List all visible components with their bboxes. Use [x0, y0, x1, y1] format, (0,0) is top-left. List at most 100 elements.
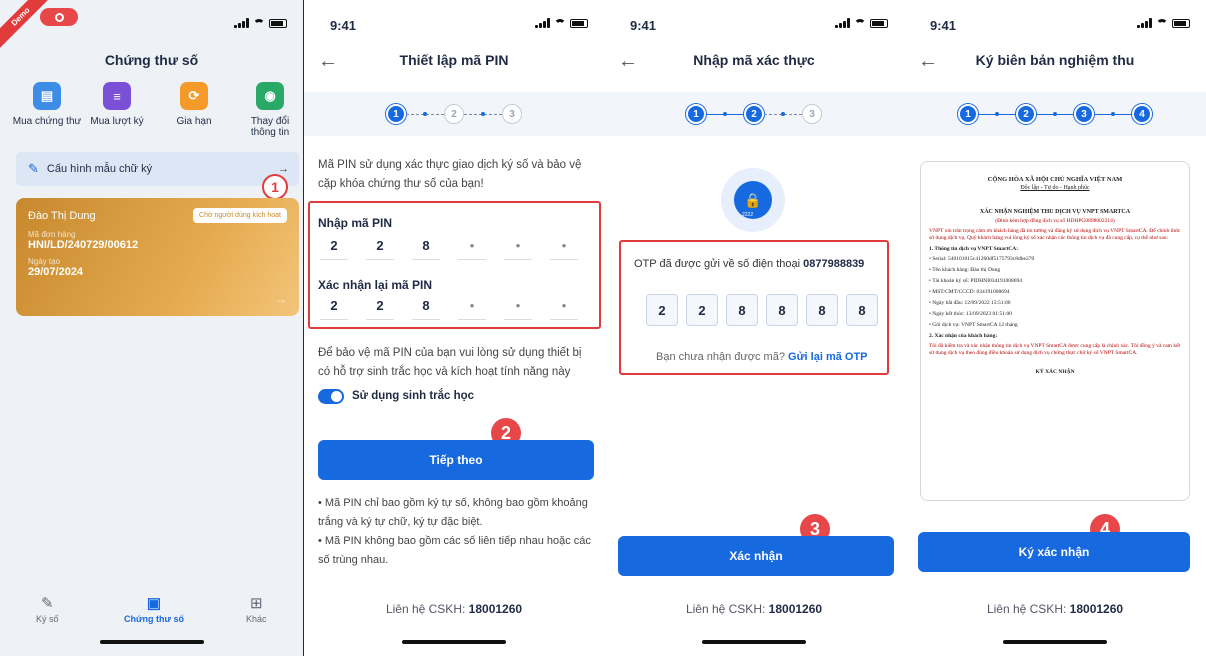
pen-icon: ✎	[40, 595, 54, 612]
biometric-toggle-label: Sử dụng sinh trắc học	[352, 390, 475, 402]
step-connector	[464, 111, 502, 116]
phone-number: 0877988839	[803, 258, 865, 270]
stepper: 1 2 3 4	[904, 92, 1206, 136]
doc-heading: XÁC NHẬN NGHIỆM THU DỊCH VỤ VNPT SMARTCA	[979, 209, 1131, 215]
signature-config-label: Cấu hình mẫu chữ ký	[46, 163, 153, 175]
step-2: 2	[1016, 104, 1036, 124]
nav-item-certificates[interactable]: ▣ Chứng thư số	[124, 594, 184, 624]
otp-digit: 8	[846, 294, 878, 326]
arrow-right-icon: →	[278, 163, 289, 175]
bottom-nav: ✎ Ký số ▣ Chứng thư số ⊞ Khác	[0, 594, 303, 630]
step-4: 4	[1132, 104, 1152, 124]
pin-digit: 2	[366, 298, 394, 320]
lock-illustration: 🔒	[721, 168, 785, 232]
step-1: 1	[386, 104, 406, 124]
resend-otp-link[interactable]: Gửi lại mã OTP	[788, 351, 868, 363]
wifi-icon	[854, 18, 866, 28]
back-arrow-icon[interactable]: ←	[918, 50, 938, 73]
quick-action-buy-signatures[interactable]: ≡ Mua lượt ký	[82, 82, 152, 127]
page-title: Chứng thư số	[104, 52, 199, 68]
signal-icon	[535, 18, 550, 28]
signature-config-button[interactable]: ✎ Cấu hình mẫu chữ ký →	[16, 152, 299, 186]
nav-item-other[interactable]: ⊞ Khác	[246, 594, 267, 624]
confirm-pin-label: Xác nhận lại mã PIN	[318, 278, 433, 292]
date-value: 29/07/2024	[28, 266, 84, 278]
back-arrow-icon[interactable]: ←	[618, 50, 638, 73]
status-bar	[0, 14, 303, 34]
step-connector	[978, 111, 1016, 116]
home-indicator	[1003, 640, 1107, 644]
page-title: Nhập mã xác thực	[693, 52, 815, 68]
home-indicator	[402, 640, 506, 644]
battery-icon	[1172, 18, 1190, 28]
step-3: 3	[1074, 104, 1094, 124]
next-button[interactable]: Tiếp theo	[318, 440, 594, 480]
otp-digit: 2	[646, 294, 678, 326]
step-2: 2	[444, 104, 464, 124]
wifi-icon	[1156, 18, 1168, 28]
acceptance-document[interactable]: CỘNG HÒA XÃ HỘI CHỦ NGHĨA VIỆT NAM Độc l…	[920, 161, 1190, 501]
step-connector	[764, 111, 802, 116]
battery-icon	[870, 18, 888, 28]
doc-intro: VNPT xin trân trọng cảm ơn khách hàng đã…	[929, 228, 1181, 241]
doc-item: • Serial: 540101015c41260df5175793c8dbe2…	[929, 256, 1035, 262]
status-bar: 9:41	[904, 14, 1206, 34]
sign-button[interactable]: Ký xác nhận	[918, 532, 1190, 572]
quick-action-buy-certificate[interactable]: ▤ Mua chứng thư	[12, 82, 82, 127]
confirm-button[interactable]: Xác nhận	[618, 536, 894, 576]
status-time: 9:41	[630, 18, 657, 33]
support-contact[interactable]: Liên hệ CSKH: 18001260	[904, 602, 1206, 616]
doc-item: • Tên khách hàng: Đào thị Dung	[929, 267, 1001, 273]
page-header: ← Thiết lập mã PIN	[304, 50, 604, 73]
otp-digit: 8	[726, 294, 758, 326]
pen-icon: ✎	[28, 161, 39, 176]
biometric-text: Để bảo vệ mã PIN của bạn vui lòng sử dụn…	[318, 347, 582, 378]
step-badge-1: 1	[262, 174, 288, 200]
stepper: 1 2 3	[604, 92, 904, 136]
order-value: HNI/LD/240729/00612	[28, 239, 139, 251]
renew-icon: ⟳	[180, 82, 208, 110]
otp-input[interactable]: 2 2 8 8 8 8	[646, 294, 878, 326]
certificate-card[interactable]: Đào Thị Dung Chờ người dùng kích hoạt Mã…	[16, 198, 299, 316]
otp-digit: 8	[806, 294, 838, 326]
doc-sign-label: KÝ XÁC NHẬN	[1035, 369, 1075, 375]
quick-action-renew[interactable]: ⟳ Gia hạn	[159, 82, 229, 127]
order-label: Mã đơn hàng	[28, 230, 76, 239]
page-title: Ký biên bản nghiệm thu	[975, 52, 1135, 68]
pin-digit: 8	[412, 238, 440, 260]
stepper: 1 2 3	[304, 92, 604, 136]
step-connector	[1094, 111, 1132, 116]
doc-item: • Gói dịch vụ: VNPT SmartCA 12 tháng	[929, 322, 1018, 328]
doc-subheading: (Đính kèm hợp đồng dịch vụ số HDHPG08980…	[995, 218, 1115, 224]
quick-action-label: Thay đổi thông tin	[250, 116, 290, 138]
pin-input[interactable]: 2 2 8 • • •	[320, 238, 578, 260]
support-contact[interactable]: Liên hệ CSKH: 18001260	[304, 602, 604, 616]
nav-label: Chứng thư số	[124, 614, 185, 624]
status-icons	[835, 18, 888, 28]
wifi-icon	[554, 18, 566, 28]
screen-enter-otp: 9:41 ← Nhập mã xác thực 1 2 3 🔒 2222 OTP…	[604, 0, 904, 656]
doc-item: • MST/CMT/CCCD: 034191008694	[929, 289, 1010, 295]
status-bar: 9:41	[304, 14, 604, 34]
quick-action-change-info[interactable]: ◉ Thay đổi thông tin	[238, 82, 302, 138]
step-2: 2	[744, 104, 764, 124]
back-arrow-icon[interactable]: ←	[318, 50, 338, 73]
battery-icon	[570, 18, 588, 28]
doc-confirm-text: Tôi đã kiểm tra và xác nhận thông tin dị…	[929, 343, 1181, 356]
pin-digit: •	[458, 298, 486, 320]
signal-icon	[1137, 18, 1152, 28]
pin-intro-text: Mã PIN sử dụng xác thực giao dịch ký số …	[318, 159, 582, 190]
page-header: ← Ký biên bản nghiệm thu	[904, 50, 1206, 73]
page-title: Thiết lập mã PIN	[399, 52, 509, 68]
biometric-toggle[interactable]	[318, 389, 344, 404]
support-contact[interactable]: Liên hệ CSKH: 18001260	[604, 602, 904, 616]
profile-icon: ◉	[256, 82, 284, 110]
arrow-right-icon: →	[275, 292, 287, 306]
confirm-pin-input[interactable]: 2 2 8 • • •	[320, 298, 578, 320]
nav-item-sign[interactable]: ✎ Ký số	[36, 594, 59, 624]
nav-label: Ký số	[36, 614, 59, 624]
status-badge[interactable]: Chờ người dùng kích hoạt	[193, 208, 287, 223]
certificate-icon: ▣	[146, 595, 162, 612]
step-1: 1	[958, 104, 978, 124]
pin-digit: •	[504, 238, 532, 260]
